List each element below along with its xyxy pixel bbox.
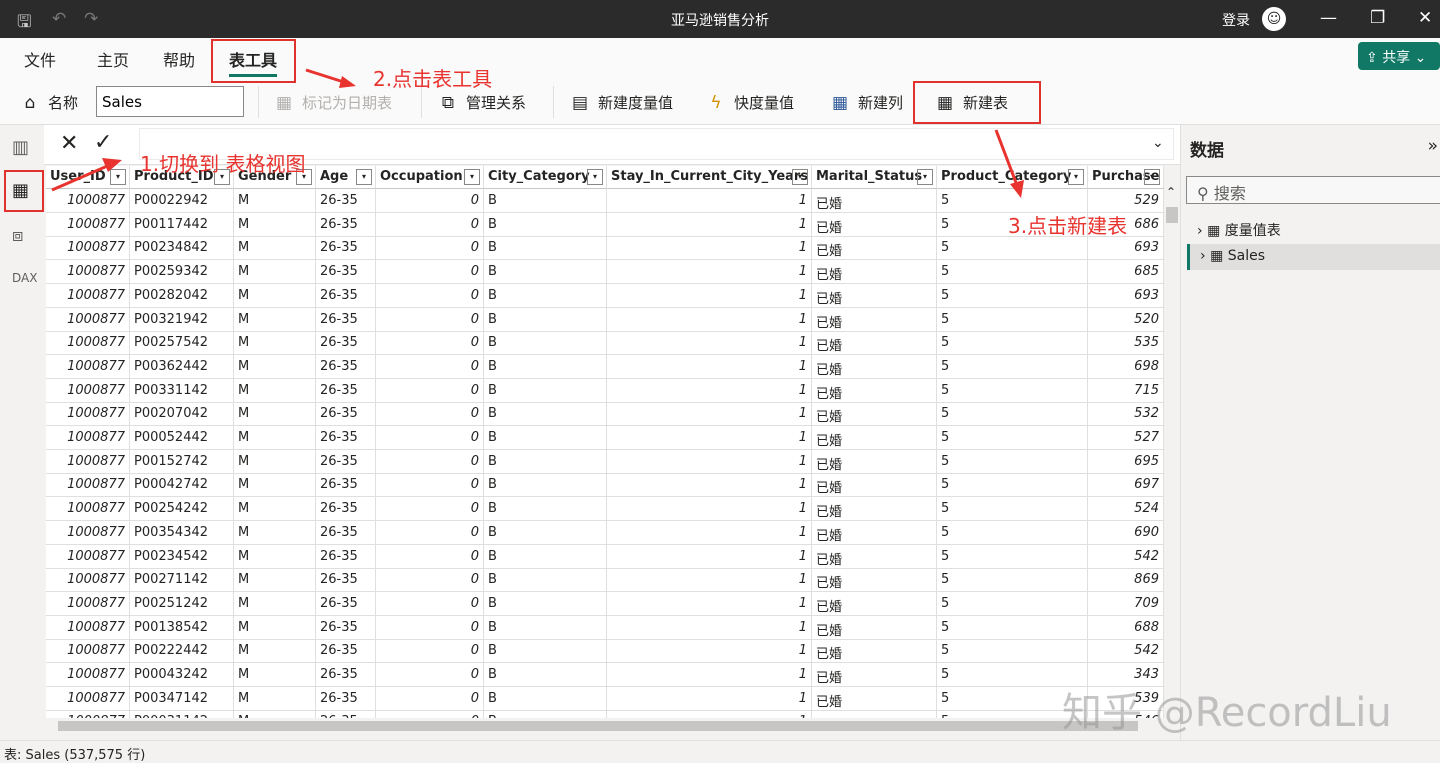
annotation-arrows [51, 68, 1024, 198]
annotation-step2: 2.点击表工具 [373, 67, 493, 91]
annotation-step1: 1.切换到 表格视图 [140, 152, 306, 176]
watermark: 知乎 @RecordLiu [1062, 690, 1392, 736]
annotation-step3: 3.点击新建表 [1008, 214, 1128, 238]
